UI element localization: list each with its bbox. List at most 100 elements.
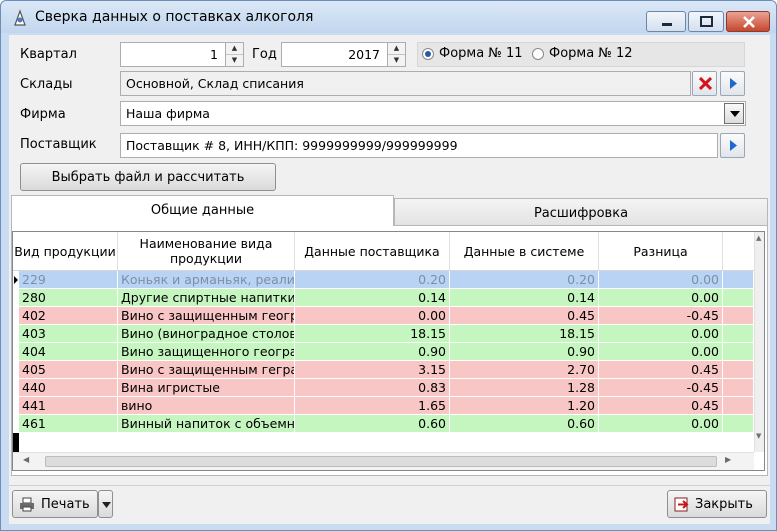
spin-down-icon[interactable]: ▼ [388,54,405,65]
quarter-stepper[interactable]: 1 ▲ ▼ [120,42,244,67]
table-row[interactable]: 440 Вина игристые 0.83 1.28 -0.45 [13,379,754,397]
table-row[interactable]: 402 Вино с защищенным геогра 0.00 0.45 -0.45 [13,307,754,325]
table-row[interactable]: 441 вино 1.65 1.20 0.45 [13,397,754,415]
col-header-code[interactable]: Вид продукции [13,232,118,270]
cell-name[interactable]: Вино с защищенным геогра [118,307,295,325]
cell-diff[interactable]: 0.00 [599,271,723,289]
horizontal-scrollbar[interactable]: ◀ ▶ [13,452,754,470]
cell-diff[interactable]: 0.00 [599,343,723,361]
cell-supplier[interactable]: 18.15 [295,325,450,343]
spin-up-icon[interactable]: ▲ [388,43,405,54]
cell-diff[interactable]: -0.45 [599,379,723,397]
chevron-down-icon[interactable] [724,103,744,124]
cell-supplier[interactable]: 0.60 [295,415,450,433]
data-grid[interactable]: Вид продукции Наименование вида продукци… [12,231,765,471]
cell-diff[interactable]: 0.00 [599,289,723,307]
maximize-button[interactable] [688,11,724,32]
cell-diff[interactable]: 0.45 [599,361,723,379]
close-window-button[interactable] [726,11,770,32]
table-row[interactable]: 229 Коньяк и арманьяк, реализу 0.20 0.20 0.0… [13,271,754,289]
form11-label[interactable]: Форма № 11 [439,46,523,61]
col-header-name[interactable]: Наименование вида продукции [118,232,295,270]
cell-code[interactable]: 405 [19,361,118,379]
print-button[interactable]: Печать [12,490,98,518]
cell-code[interactable]: 441 [19,397,118,415]
scroll-right-icon[interactable]: ▶ [725,455,731,464]
grid-empty-area [19,433,754,452]
scroll-left-icon[interactable]: ◀ [23,455,29,464]
cell-system[interactable]: 0.90 [450,343,599,361]
cell-system[interactable]: 2.70 [450,361,599,379]
cell-supplier[interactable]: 0.90 [295,343,450,361]
form11-radio[interactable] [422,48,434,60]
vertical-scrollbar[interactable]: ▲ ▼ [754,232,764,452]
cell-system[interactable]: 0.14 [450,289,599,307]
warehouses-field[interactable]: Основной, Склад списания [120,71,691,96]
cell-system[interactable]: 0.20 [450,271,599,289]
cell-supplier[interactable]: 3.15 [295,361,450,379]
cell-name[interactable]: Вино защищенного географ [118,343,295,361]
table-row[interactable]: 280 Другие спиртные напитки с 0.14 0.14 0.00 [13,289,754,307]
cell-name[interactable]: Винный напиток с объемно [118,415,295,433]
table-row[interactable]: 405 Вино с защищенным геграф 3.15 2.70 0.45 [13,361,754,379]
arrow-right-icon [730,140,737,151]
cell-name[interactable]: Вино с защищенным геграф [118,361,295,379]
row-filler [723,325,754,343]
scroll-up-icon[interactable]: ▲ [756,234,761,242]
cell-diff[interactable]: 0.00 [599,325,723,343]
select-warehouses-button[interactable] [720,71,745,96]
form12-radio[interactable] [532,48,544,60]
select-supplier-button[interactable] [720,133,745,158]
cell-name[interactable]: Вина игристые [118,379,295,397]
horizontal-scroll-thumb[interactable] [45,456,717,467]
tab-details[interactable]: Расшифровка [394,198,768,226]
cell-name[interactable]: вино [118,397,295,415]
cell-name[interactable]: Коньяк и арманьяк, реализу [118,271,295,289]
cell-supplier[interactable]: 0.83 [295,379,450,397]
cell-name[interactable]: Другие спиртные напитки с [118,289,295,307]
row-filler [723,343,754,361]
cell-code[interactable]: 280 [19,289,118,307]
cell-code[interactable]: 440 [19,379,118,397]
window-title: Сверка данных о поставках алкоголя [35,9,314,25]
cell-supplier[interactable]: 0.00 [295,307,450,325]
spin-up-icon[interactable]: ▲ [226,43,243,54]
cell-name[interactable]: Вино (виноградное столово [118,325,295,343]
cell-diff[interactable]: -0.45 [599,307,723,325]
cell-code[interactable]: 402 [19,307,118,325]
form12-label[interactable]: Форма № 12 [549,46,633,61]
clear-warehouses-button[interactable] [692,71,717,96]
cell-diff[interactable]: 0.00 [599,415,723,433]
cell-diff[interactable]: 0.45 [599,397,723,415]
quarter-spin[interactable]: ▲ ▼ [225,43,243,66]
cell-system[interactable]: 18.15 [450,325,599,343]
table-row[interactable]: 461 Винный напиток с объемно 0.60 0.60 0.00 [13,415,754,433]
spin-down-icon[interactable]: ▼ [226,54,243,65]
cell-code[interactable]: 404 [19,343,118,361]
col-header-diff[interactable]: Разница [599,232,723,270]
select-file-calc-button[interactable]: Выбрать файл и рассчитать [20,163,276,191]
year-stepper[interactable]: 2017 ▲ ▼ [281,42,406,67]
cell-system[interactable]: 1.28 [450,379,599,397]
col-header-system[interactable]: Данные в системе [450,232,599,270]
close-button[interactable]: Закрыть [667,490,767,518]
supplier-field[interactable]: Поставщик # 8, ИНН/КПП: 9999999999/99999… [120,133,718,158]
cell-supplier[interactable]: 0.20 [295,271,450,289]
tab-general[interactable]: Общие данные [11,195,394,227]
cell-system[interactable]: 0.45 [450,307,599,325]
minimize-button[interactable] [646,11,686,32]
cell-supplier[interactable]: 0.14 [295,289,450,307]
cell-supplier[interactable]: 1.65 [295,397,450,415]
firm-select[interactable]: Наша фирма [120,101,746,126]
cell-code[interactable]: 403 [19,325,118,343]
col-header-supplier[interactable]: Данные поставщика [295,232,450,270]
table-row[interactable]: 403 Вино (виноградное столово 18.15 18.15 0.… [13,325,754,343]
scroll-down-icon[interactable]: ▼ [756,432,761,440]
cell-system[interactable]: 0.60 [450,415,599,433]
cell-code[interactable]: 461 [19,415,118,433]
cell-code[interactable]: 229 [19,271,118,289]
cell-system[interactable]: 1.20 [450,397,599,415]
year-spin[interactable]: ▲ ▼ [387,43,405,66]
table-row[interactable]: 404 Вино защищенного географ 0.90 0.90 0.00 [13,343,754,361]
print-options-dropdown[interactable] [98,490,113,518]
